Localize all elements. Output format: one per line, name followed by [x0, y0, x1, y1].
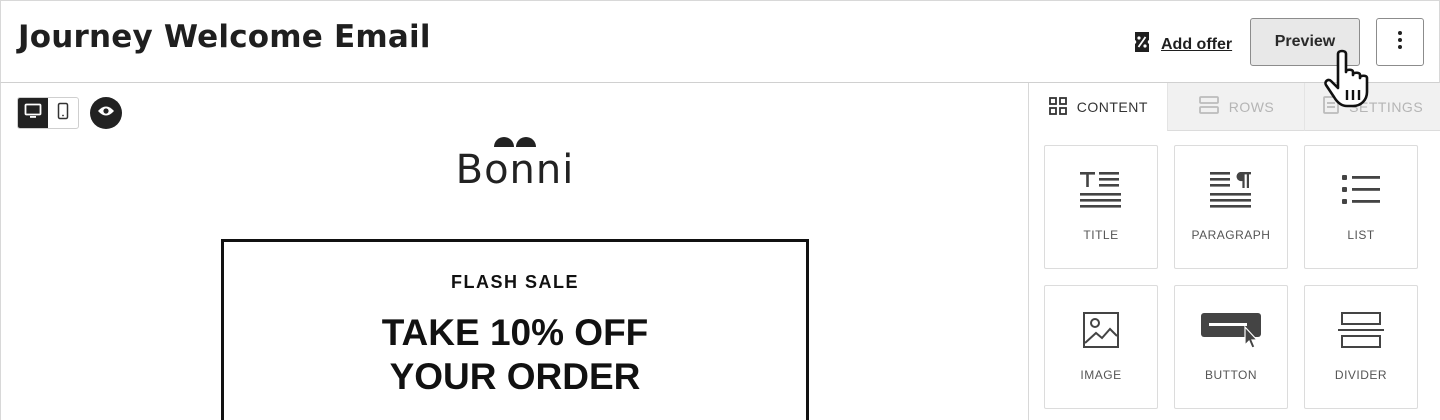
block-button-label: BUTTON — [1204, 368, 1258, 382]
block-title-label: TITLE — [1083, 228, 1119, 242]
tab-content-label: CONTENT — [1076, 99, 1148, 115]
desktop-icon — [24, 103, 42, 124]
device-toggle — [17, 97, 79, 129]
hand-pointer-cursor-icon — [1324, 49, 1369, 108]
block-image-label: IMAGE — [1080, 368, 1122, 382]
logo-mark-icon — [494, 137, 536, 147]
tab-rows-label: ROWS — [1228, 98, 1275, 115]
block-paragraph-label: PARAGRAPH — [1191, 228, 1271, 242]
page-title: Journey Welcome Email — [18, 19, 431, 55]
block-button[interactable]: BUTTON — [1174, 285, 1288, 409]
list-icon — [1305, 168, 1417, 212]
mobile-view-button[interactable] — [48, 98, 78, 128]
block-list-label: LIST — [1347, 228, 1375, 242]
button-icon — [1175, 308, 1287, 352]
promo-eyebrow: FLASH SALE — [450, 272, 579, 292]
block-list[interactable]: LIST — [1304, 145, 1418, 269]
logo-text: Bonni — [455, 147, 575, 193]
percent-tag-icon — [1133, 31, 1151, 58]
eye-icon — [97, 104, 115, 122]
tab-rows[interactable]: ROWS — [1166, 83, 1305, 131]
block-divider-label: DIVIDER — [1334, 368, 1388, 382]
desktop-view-button[interactable] — [18, 98, 48, 128]
promo-headline-line-1: TAKE 10% OFF — [381, 312, 649, 353]
promo-block[interactable]: FLASH SALE TAKE 10% OFF YOUR ORDER — [221, 239, 809, 420]
block-title[interactable]: TITLE — [1044, 145, 1158, 269]
add-offer-label: Add offer — [1161, 35, 1233, 53]
block-divider[interactable]: DIVIDER — [1304, 285, 1418, 409]
title-icon — [1045, 168, 1157, 212]
mobile-icon — [57, 102, 69, 125]
rows-icon — [1198, 95, 1220, 118]
block-image[interactable]: IMAGE — [1044, 285, 1158, 409]
editor-header: Journey Welcome Email Add offer Preview — [0, 0, 1440, 83]
brand-logo: Bonni — [441, 135, 589, 192]
divider-icon — [1305, 308, 1417, 352]
email-canvas: Bonni FLASH SALE TAKE 10% OFF YOUR ORDER — [0, 83, 1028, 420]
promo-headline-line-2: YOUR ORDER — [389, 356, 641, 397]
promo-headline: TAKE 10% OFF YOUR ORDER — [224, 311, 806, 399]
add-offer-link[interactable]: Add offer — [1133, 31, 1232, 58]
preview-toggle-button[interactable] — [90, 97, 122, 129]
block-paragraph[interactable]: PARAGRAPH — [1174, 145, 1288, 269]
content-panel: CONTENT ROWS SETTINGS TITLE PARAGRAPH LI… — [1028, 83, 1440, 420]
vertical-ellipsis-icon — [1397, 30, 1403, 55]
content-blocks-grid: TITLE PARAGRAPH LIST IMAGE BUTTON DIVIDE… — [1044, 145, 1418, 409]
grid-icon — [1048, 96, 1068, 119]
paragraph-icon — [1175, 168, 1287, 212]
tab-content[interactable]: CONTENT — [1029, 83, 1167, 131]
image-icon — [1045, 308, 1157, 352]
